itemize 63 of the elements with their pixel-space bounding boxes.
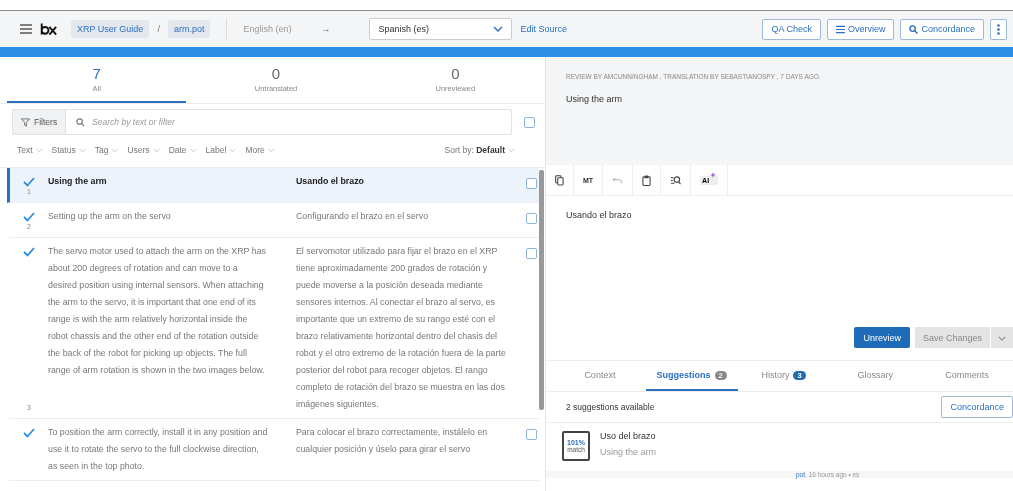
translation-text: Usando el brazo [296, 175, 365, 188]
filter-dropdown[interactable]: Date [168, 145, 197, 155]
more-button[interactable] [990, 18, 1007, 40]
breadcrumb-link[interactable]: arm.pot [167, 20, 211, 38]
caret-icon [998, 335, 1006, 341]
source-language: English (en) [243, 24, 293, 34]
suggestion-text: Uso del brazo [600, 431, 657, 441]
scrollbar-thumb[interactable] [539, 170, 544, 410]
panel-tab[interactable]: Glossary [829, 361, 922, 391]
concordance-button[interactable]: Concordance [941, 396, 1013, 418]
language-select[interactable]: Spanish (es) [369, 18, 513, 40]
filters-button[interactable]: Filters [13, 110, 67, 134]
breadcrumb-link[interactable]: XRP User Guide [71, 20, 150, 38]
menu-icon[interactable] [20, 24, 32, 34]
panel-tab[interactable]: Comments [921, 361, 1013, 391]
filter-icon [21, 117, 30, 127]
edit-source-link[interactable]: Edit Source [520, 24, 567, 34]
caret-icon [111, 148, 119, 154]
search-icon [909, 24, 919, 34]
breadcrumb-separator: / [157, 24, 160, 34]
source-text: The servo motor used to attach the arm on the XRP has about 200 degrees of rotation and can move to a desired position using internal sensors. When attaching the arm to the servo, it is important that one end of its range is with the arm relatively horizontal inside the robot chassis and the other end of the rotation outside the back of the robot for picking up objects. The full range of arm rotation is shown in the two images below. [48, 245, 267, 377]
source-string: Using the arm [566, 94, 624, 104]
list-icon [835, 24, 845, 34]
filter-dropdown[interactable]: Status [51, 145, 86, 155]
filter-dropdown[interactable]: Text [17, 145, 43, 155]
chevron-icon [493, 26, 504, 32]
toolbar-button[interactable]: Overview [826, 18, 895, 40]
caret-icon [267, 148, 275, 154]
search-field[interactable]: Filters Search by text or filter [12, 109, 512, 135]
toolbar-button[interactable]: Concordance [900, 18, 984, 40]
sort-dropdown[interactable]: Sort by: Default [444, 145, 515, 155]
more-icon [997, 23, 1000, 35]
filter-dropdown[interactable]: Users [127, 145, 160, 155]
caret-icon [35, 148, 43, 154]
toolbar-button[interactable]: QA Check [762, 18, 821, 40]
translation-text: El servomotor utilizado para fijar el brazo en el XRP tiene aproximadamente 200 grados de rotación y puede moverse a la posición deseada mediante sensores internos. Al conectar el brazo al servo, es importante que un extremo de su rango esté con el brazo relativamente horizontal dentro del chasis del robot y el otro extremo de la rotación fuera de la parte posterior del robot para recoger objetos. El rango completo de rotación del brazo se muestra en las dos imágenes siguientes. [296, 245, 507, 411]
row-checkbox[interactable] [526, 178, 537, 189]
panel-tab[interactable]: Context [554, 361, 646, 391]
row-checkbox[interactable] [526, 248, 537, 259]
filter-dropdown[interactable]: Label [205, 145, 237, 155]
caret-icon [78, 148, 86, 154]
source-text: Using the arm [48, 175, 108, 188]
search-icon [76, 117, 86, 127]
row-checkbox[interactable] [526, 213, 537, 224]
logo-icon[interactable] [40, 22, 57, 36]
source-text: To position the arm correctly, install it in any position and use it to rotate the servo to the full clockwise direction, as seen in the top photo. [48, 426, 269, 473]
source-text: Setting up the arm on the servo [48, 210, 172, 223]
caret-icon [189, 148, 197, 154]
unreview-button[interactable]: Unreview [854, 327, 910, 348]
translation-text: Configurando el brazo en el servo [296, 210, 430, 223]
arrow-text: → [321, 24, 332, 34]
caret-icon [508, 148, 515, 154]
filter-dropdown[interactable]: Tag [94, 145, 119, 155]
suggestions-count: 2 suggestions available [566, 402, 655, 412]
caret-icon [229, 148, 237, 154]
row-checkbox[interactable] [526, 429, 537, 440]
filter-dropdown[interactable]: More [245, 145, 275, 155]
caret-icon [152, 148, 160, 154]
suggestion-source: Using the arm [600, 447, 657, 457]
sparkle-icon [710, 171, 717, 178]
select-all-checkbox[interactable] [524, 116, 535, 128]
translation-text: Para colocar el brazo correctamente, instálelo en cualquier posición y úselo para girar el servo [296, 426, 489, 456]
save-options-button[interactable] [990, 327, 1013, 348]
